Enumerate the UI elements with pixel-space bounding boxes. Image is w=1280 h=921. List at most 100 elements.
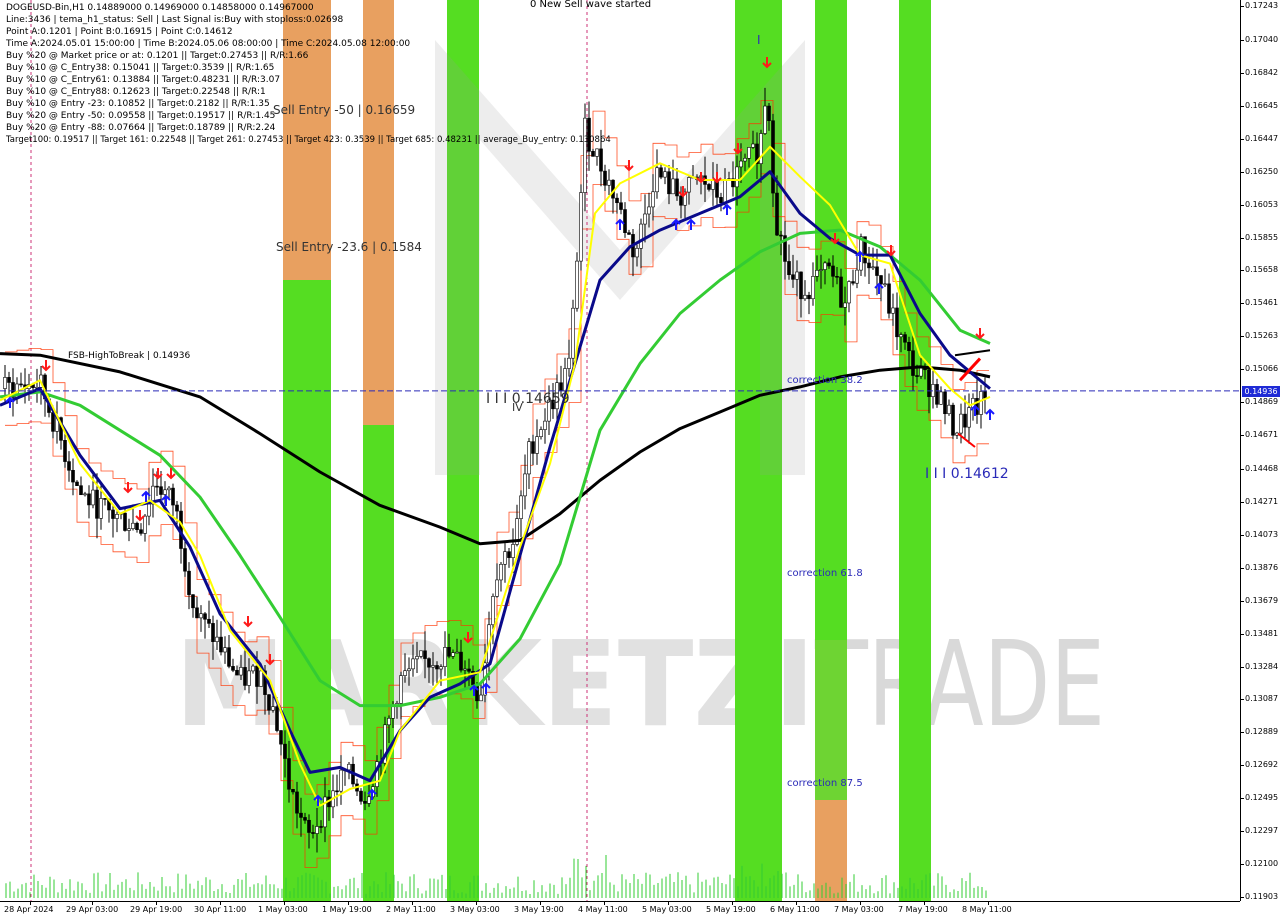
candle-body bbox=[819, 269, 823, 271]
candle-body bbox=[795, 271, 799, 280]
price-label: 0.13284 bbox=[1245, 661, 1279, 671]
time-axis[interactable]: 28 Apr 2024 29 Apr 03:00 29 Apr 19:00 30 Ap… bbox=[0, 901, 1240, 921]
candle-body bbox=[899, 334, 903, 338]
candle-body bbox=[527, 441, 531, 475]
candle-body bbox=[831, 265, 835, 277]
time-label: 1 May 03:00 bbox=[258, 905, 308, 914]
price-tick bbox=[1241, 567, 1244, 569]
candle-body bbox=[491, 596, 495, 626]
candle-body bbox=[523, 473, 527, 497]
price-tick bbox=[1241, 105, 1244, 107]
info-points-line: Point A:0.1201 | Point B:0.16915 | Point… bbox=[6, 27, 233, 37]
candle-body bbox=[571, 307, 575, 359]
candle-body bbox=[503, 551, 507, 565]
candle-body bbox=[675, 178, 679, 197]
time-label: 6 May 11:00 bbox=[770, 905, 820, 914]
candle-body bbox=[591, 151, 595, 157]
candle-body bbox=[639, 223, 643, 249]
price-tick bbox=[1241, 831, 1244, 833]
candle-body bbox=[771, 120, 775, 194]
candle-body bbox=[599, 148, 603, 172]
candle-body bbox=[299, 812, 303, 818]
price-tick bbox=[1241, 237, 1244, 239]
price-label: 0.16842 bbox=[1245, 67, 1279, 77]
candle-body bbox=[735, 166, 739, 188]
candle-body bbox=[891, 307, 895, 314]
price-label: 0.15066 bbox=[1245, 364, 1279, 374]
wave-status-label: 0 New Sell wave started bbox=[530, 0, 651, 10]
time-label: 4 May 11:00 bbox=[578, 905, 628, 914]
candle-body bbox=[251, 665, 255, 672]
price-label: 0.14468 bbox=[1245, 464, 1279, 474]
time-label: 3 May 03:00 bbox=[450, 905, 500, 914]
candle-body bbox=[191, 594, 195, 609]
candle-body bbox=[867, 262, 871, 269]
candle-body bbox=[291, 788, 295, 793]
price-tick bbox=[1241, 864, 1244, 866]
chart-plot-area[interactable]: MARKETZI TRADE 0 New Sell wave started Se… bbox=[0, 0, 1240, 901]
candle-body bbox=[827, 262, 831, 267]
wave-iv-label: I I I 0.14659 bbox=[486, 391, 570, 407]
candle-body bbox=[635, 248, 639, 258]
candle-body bbox=[275, 706, 279, 731]
chart-window[interactable]: MARKETZI TRADE 0 New Sell wave started Se… bbox=[0, 0, 1280, 921]
candle-body bbox=[147, 503, 151, 517]
price-label: 0.15658 bbox=[1245, 265, 1279, 275]
candle-body bbox=[7, 377, 11, 383]
candle-body bbox=[855, 269, 859, 284]
fsb-label: FSB-HighToBreak | 0.14936 bbox=[68, 351, 190, 361]
candle-body bbox=[51, 412, 55, 432]
candle-body bbox=[335, 790, 339, 793]
current-price-tag: 0.14936 bbox=[1242, 385, 1280, 397]
candle-body bbox=[459, 651, 463, 671]
candle-body bbox=[979, 391, 983, 415]
candle-body bbox=[823, 262, 827, 270]
info-trade-line: Buy %10 @ C_Entry38: 0.15041 || Target:0… bbox=[6, 63, 275, 73]
price-label: 0.12297 bbox=[1245, 826, 1279, 836]
price-label: 0.15263 bbox=[1245, 331, 1279, 341]
correction-87-label: correction 87.5 bbox=[787, 778, 863, 789]
candle-body bbox=[415, 656, 419, 660]
candle-body bbox=[935, 384, 939, 405]
candle-body bbox=[423, 650, 427, 659]
price-tick bbox=[1241, 666, 1244, 668]
candle-body bbox=[175, 504, 179, 512]
time-label: 7 May 03:00 bbox=[834, 905, 884, 914]
price-label: 0.14271 bbox=[1245, 496, 1279, 506]
candle-body bbox=[67, 461, 71, 471]
price-label: 0.12100 bbox=[1245, 859, 1279, 869]
candle-body bbox=[247, 670, 251, 686]
candle-body bbox=[919, 367, 923, 377]
candle-body bbox=[367, 796, 371, 804]
candle-body bbox=[779, 234, 783, 237]
candle-body bbox=[871, 266, 875, 269]
candle-body bbox=[803, 294, 807, 300]
time-label: 8 May 11:00 bbox=[962, 905, 1012, 914]
candle-body bbox=[479, 694, 483, 702]
candle-body bbox=[311, 832, 315, 834]
price-label: 0.17040 bbox=[1245, 34, 1279, 44]
candle-body bbox=[167, 487, 171, 491]
candle-body bbox=[835, 276, 839, 278]
candle-body bbox=[575, 260, 579, 309]
candle-body bbox=[647, 206, 651, 215]
price-tick bbox=[1241, 72, 1244, 74]
price-tick bbox=[1241, 303, 1244, 305]
info-trade-line: Buy %20 @ Entry -88: 0.07664 || Target:0… bbox=[6, 123, 276, 133]
candle-body bbox=[91, 489, 95, 506]
candle-body bbox=[559, 382, 563, 392]
price-axis[interactable]: 0.17243 0.17040 0.16842 0.16645 0.16447 0.162… bbox=[1240, 0, 1280, 901]
candle-body bbox=[391, 705, 395, 719]
info-trade-line: Buy %10 @ Entry -23: 0.10852 || Target:0… bbox=[6, 99, 270, 109]
candle-body bbox=[763, 105, 767, 134]
price-label: 0.12495 bbox=[1245, 793, 1279, 803]
candle-body bbox=[115, 513, 119, 519]
candle-body bbox=[243, 667, 247, 686]
candle-body bbox=[567, 357, 571, 369]
candle-body bbox=[843, 302, 847, 308]
candle-body bbox=[627, 232, 631, 235]
time-label: 5 May 19:00 bbox=[706, 905, 756, 914]
info-trade-line: Buy %10 @ C_Entry61: 0.13884 || Target:0… bbox=[6, 75, 281, 85]
candle-body bbox=[339, 769, 343, 792]
candle-body bbox=[839, 276, 843, 308]
